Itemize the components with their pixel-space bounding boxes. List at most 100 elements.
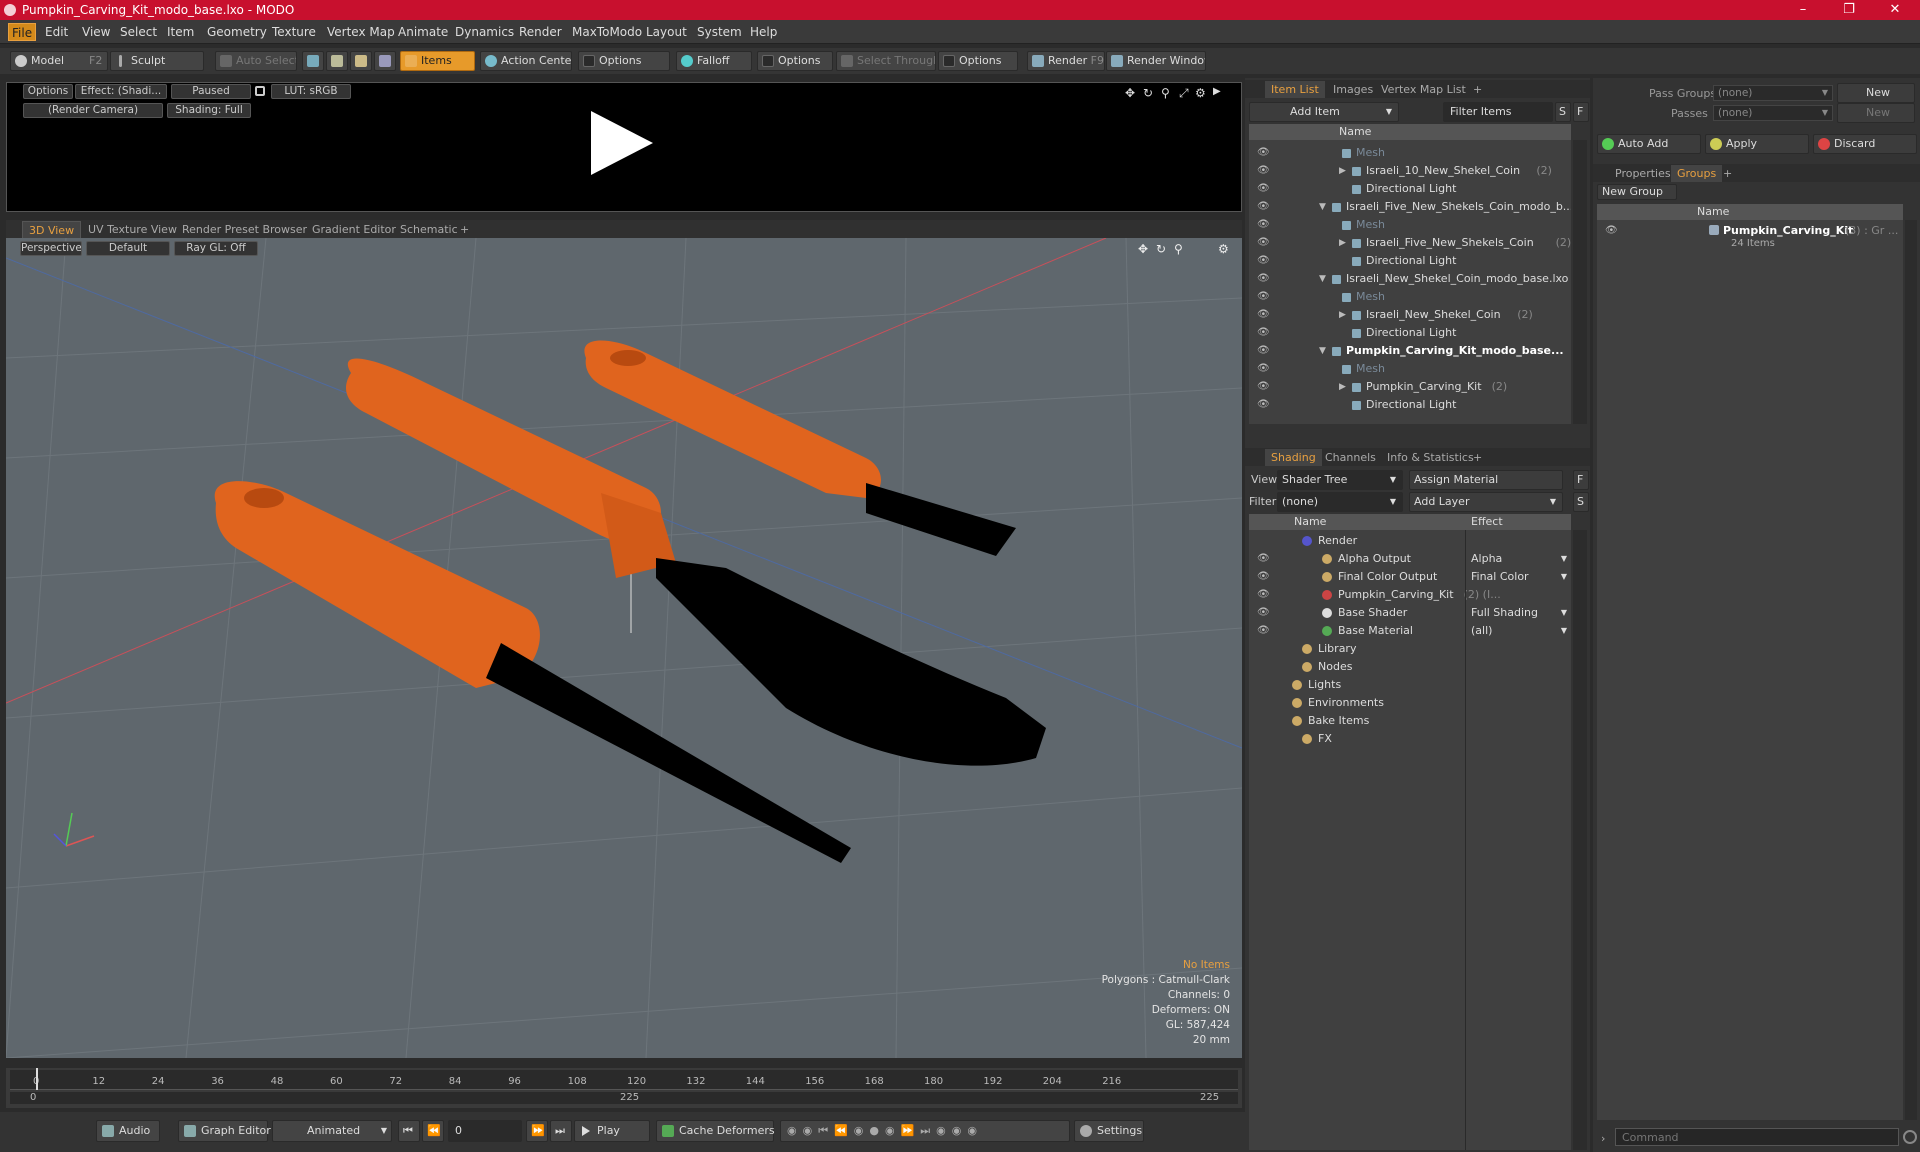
settings-button[interactable]: Settings: [1074, 1120, 1144, 1142]
item-list-row[interactable]: 👁 Mesh: [1249, 144, 1571, 162]
zoom-icon[interactable]: ⚲: [1161, 86, 1170, 100]
preview-shading-dropdown[interactable]: Shading: Full: [167, 103, 251, 118]
s-toggle[interactable]: S: [1555, 102, 1571, 122]
item-list-row[interactable]: 👁 Mesh: [1249, 288, 1571, 306]
groups-scrollbar[interactable]: [1905, 220, 1917, 1120]
shader-tree-dropdown[interactable]: Shader Tree ▼: [1277, 470, 1403, 490]
new-group-button[interactable]: New Group: [1597, 184, 1677, 200]
preview-lut-button[interactable]: LUT: sRGB: [271, 84, 351, 99]
item-list-scrollbar[interactable]: [1573, 140, 1587, 424]
item-list-row[interactable]: 👁 Directional Light: [1249, 252, 1571, 270]
auto-add-button[interactable]: Auto Add: [1597, 134, 1701, 154]
shader-tree-row[interactable]: FX: [1249, 730, 1571, 748]
polygon-mode-icon[interactable]: [350, 51, 372, 71]
menu-dynamics[interactable]: Dynamics: [455, 25, 514, 39]
shader-tree-row[interactable]: Nodes: [1249, 658, 1571, 676]
tab-info-statistics[interactable]: Info & Statistics: [1381, 449, 1480, 466]
tab-item-list[interactable]: Item List: [1265, 81, 1325, 98]
eye-icon[interactable]: 👁: [1257, 328, 1270, 338]
panel-menu-icon[interactable]: ▶: [1213, 86, 1221, 97]
eye-icon[interactable]: 👁: [1257, 256, 1270, 266]
eye-icon[interactable]: 👁: [1257, 238, 1270, 248]
lock-icon[interactable]: [255, 86, 265, 96]
tab-groups[interactable]: Groups: [1671, 165, 1723, 182]
audio-button[interactable]: Audio: [96, 1120, 160, 1142]
eye-icon[interactable]: 👁: [1257, 364, 1270, 374]
prev-key-icon[interactable]: ⏪: [422, 1120, 444, 1142]
add-tab-button[interactable]: +: [1717, 165, 1738, 182]
eye-icon[interactable]: 👁: [1257, 274, 1270, 284]
menu-geometry[interactable]: Geometry: [207, 25, 267, 39]
item-list-row[interactable]: 👁 Mesh: [1249, 360, 1571, 378]
go-end-icon[interactable]: ⏭: [550, 1120, 572, 1142]
eye-icon[interactable]: 👁: [1257, 608, 1270, 618]
f-toggle[interactable]: F: [1573, 102, 1589, 122]
apply-button[interactable]: Apply: [1705, 134, 1809, 154]
eye-icon[interactable]: 👁: [1257, 626, 1270, 636]
menu-layout[interactable]: Layout: [646, 25, 687, 39]
select-through-options-button[interactable]: Options: [938, 51, 1018, 71]
falloff-button[interactable]: Falloff: [676, 51, 752, 71]
shader-tree-row[interactable]: 👁 Base Material (all) ▼: [1249, 622, 1571, 640]
preview-camera-dropdown[interactable]: (Render Camera): [23, 103, 163, 118]
item-list-row[interactable]: 👁 ▼ Israeli_New_Shekel_Coin_modo_base.lxo: [1249, 270, 1571, 288]
group-row[interactable]: 👁 Pumpkin_Carving_Kit (3) : Gr ... 24 It…: [1597, 222, 1903, 254]
gear-icon[interactable]: ⚙: [1218, 242, 1229, 256]
material-mode-icon[interactable]: [374, 51, 396, 71]
perspective-dropdown[interactable]: Perspective: [20, 241, 82, 256]
eye-icon[interactable]: 👁: [1257, 590, 1270, 600]
shader-tree-scrollbar[interactable]: [1573, 530, 1587, 1150]
f-toggle[interactable]: F: [1573, 470, 1589, 490]
shader-tree-row[interactable]: 👁 Final Color Output Final Color ▼: [1249, 568, 1571, 586]
item-list-row[interactable]: 👁 Directional Light: [1249, 396, 1571, 414]
eye-icon[interactable]: 👁: [1257, 220, 1270, 230]
add-tab-button[interactable]: +: [454, 221, 475, 238]
eye-icon[interactable]: 👁: [1257, 400, 1270, 410]
preview-options-button[interactable]: Options: [23, 84, 73, 99]
move-icon[interactable]: ✥: [1125, 86, 1135, 100]
tab-channels[interactable]: Channels: [1319, 449, 1382, 466]
maximize-icon[interactable]: ❐: [1826, 0, 1872, 20]
eye-icon[interactable]: 👁: [1257, 346, 1270, 356]
edge-mode-icon[interactable]: [326, 51, 348, 71]
render-button[interactable]: Render F9: [1027, 51, 1105, 71]
gear-icon[interactable]: ⚙: [1195, 86, 1206, 100]
new-pass-group-button[interactable]: New: [1837, 83, 1915, 103]
render-window-button[interactable]: Render Window: [1106, 51, 1206, 71]
eye-icon[interactable]: 👁: [1257, 148, 1270, 158]
action-center-button[interactable]: Action Center: [480, 51, 572, 71]
expand-icon[interactable]: ▼: [1319, 342, 1326, 360]
shader-effect-dropdown[interactable]: Alpha ▼: [1471, 550, 1569, 568]
menu-render[interactable]: Render: [519, 25, 562, 39]
expand-icon[interactable]: ▼: [1319, 198, 1326, 216]
minimize-icon[interactable]: –: [1780, 0, 1826, 20]
tab-3d-view[interactable]: 3D View: [22, 221, 82, 238]
go-start-icon[interactable]: ⏮: [398, 1120, 420, 1142]
vertex-mode-icon[interactable]: [302, 51, 324, 71]
close-icon[interactable]: ✕: [1872, 0, 1918, 20]
shader-effect-dropdown[interactable]: Final Color ▼: [1471, 568, 1569, 586]
item-list-row[interactable]: 👁 Directional Light: [1249, 324, 1571, 342]
add-tab-button[interactable]: +: [1467, 449, 1488, 466]
frame-input[interactable]: 0: [448, 1120, 522, 1142]
zoom-icon[interactable]: ⚲: [1174, 242, 1183, 256]
item-list-row[interactable]: 👁 ▼ Israeli_Five_New_Shekels_Coin_modo_b..…: [1249, 198, 1571, 216]
preview-effect-dropdown[interactable]: Effect: (Shadi...: [75, 84, 167, 99]
playhead[interactable]: [36, 1068, 38, 1090]
default-style-dropdown[interactable]: Default: [86, 241, 170, 256]
shader-effect-dropdown[interactable]: Full Shading ▼: [1471, 604, 1569, 622]
timeline[interactable]: 0 12 24 36 48 60 72 84 96 108 120 132 144 156 168 180 19…: [6, 1068, 1242, 1108]
play-icon[interactable]: [591, 111, 653, 175]
menu-view[interactable]: View: [82, 25, 110, 39]
menu-animate[interactable]: Animate: [398, 25, 448, 39]
add-tab-button[interactable]: +: [1467, 81, 1488, 98]
tab-render-preset-browser[interactable]: Render Preset Browser: [176, 221, 313, 238]
sculpt-button[interactable]: Sculpt: [110, 51, 204, 71]
items-mode-button[interactable]: Items: [400, 51, 475, 71]
item-list-row[interactable]: 👁 ▶ Israeli_New_Shekel_Coin (2): [1249, 306, 1571, 324]
expand-icon[interactable]: ▼: [1319, 270, 1326, 288]
menu-vertex-map[interactable]: Vertex Map: [327, 25, 395, 39]
auto-select-button[interactable]: Auto Select: [215, 51, 297, 71]
menu-file[interactable]: File: [8, 23, 37, 41]
preview-paused-button[interactable]: Paused: [171, 84, 251, 99]
